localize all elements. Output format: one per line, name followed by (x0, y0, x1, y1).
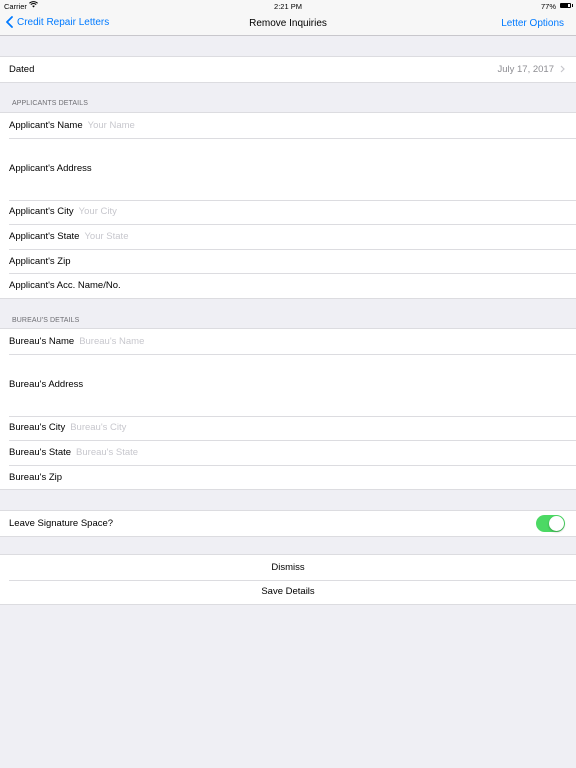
bureau-name-input[interactable]: Bureau's Name (79, 336, 144, 347)
applicant-section-header: APPLICANTS DETAILS (12, 100, 88, 107)
actions-group: Dismiss Save Details (0, 554, 576, 606)
applicant-zip-label: Applicant's Zip (9, 255, 71, 267)
applicant-city-label: Applicant's City (9, 206, 74, 218)
bureau-address-label: Bureau's Address (9, 379, 84, 391)
applicant-acc-row[interactable]: Applicant's Acc. Name/No. (0, 273, 576, 298)
bureau-state-row[interactable]: Bureau's State Bureau's State (0, 440, 576, 465)
chevron-right-icon (560, 65, 565, 73)
applicant-state-label: Applicant's State (9, 230, 80, 242)
bureau-city-label: Bureau's City (9, 422, 66, 434)
battery-tip (572, 4, 573, 7)
applicant-city-input[interactable]: Your City (79, 206, 117, 217)
applicant-name-row[interactable]: Applicant's Name Your Name (0, 113, 576, 138)
signature-row: Leave Signature Space? (0, 511, 576, 536)
dated-group: Dated July 17, 2017 (0, 56, 576, 83)
battery-percentage: 77% (540, 2, 556, 11)
bureau-name-label: Bureau's Name (9, 335, 75, 347)
dismiss-label: Dismiss (271, 561, 305, 573)
bureau-zip-row[interactable]: Bureau's Zip (0, 464, 576, 490)
navigation-bar: Credit Repair Letters Remove Inquiries L… (0, 12, 576, 36)
dismiss-button[interactable]: Dismiss (0, 555, 576, 580)
bureau-city-row[interactable]: Bureau's City Bureau's City (0, 415, 576, 441)
bureau-address-row[interactable]: Bureau's Address (0, 353, 576, 416)
dated-value: July 17, 2017 (497, 63, 554, 75)
applicant-acc-label: Applicant's Acc. Name/No. (9, 280, 121, 292)
save-details-button[interactable]: Save Details (0, 579, 576, 605)
signature-group: Leave Signature Space? (0, 510, 576, 537)
signature-label: Leave Signature Space? (9, 517, 114, 529)
bureau-group: Bureau's Name Bureau's Name Bureau's Add… (0, 328, 576, 491)
toggle-knob (549, 516, 564, 531)
clock: 2:21 PM (274, 2, 302, 11)
bureau-state-label: Bureau's State (9, 446, 72, 458)
applicant-zip-row[interactable]: Applicant's Zip (0, 248, 576, 274)
dated-row[interactable]: Dated July 17, 2017 (0, 57, 576, 82)
applicant-state-input[interactable]: Your State (84, 231, 128, 242)
bureau-section-header: BUREAU'S DETAILS (12, 317, 80, 324)
bureau-name-row[interactable]: Bureau's Name Bureau's Name (0, 329, 576, 354)
applicant-address-row[interactable]: Applicant's Address (0, 137, 576, 200)
applicant-group: Applicant's Name Your Name Applicant's A… (0, 112, 576, 299)
applicant-city-row[interactable]: Applicant's City Your City (0, 199, 576, 225)
applicant-name-label: Applicant's Name (9, 119, 83, 131)
battery-icon (560, 3, 571, 8)
status-bar: Carrier 2:21 PM 77% (0, 0, 576, 12)
signature-toggle[interactable] (536, 515, 565, 532)
applicant-state-row[interactable]: Applicant's State Your State (0, 224, 576, 249)
bureau-state-input[interactable]: Bureau's State (76, 447, 138, 458)
letter-options-button[interactable]: Letter Options (501, 18, 564, 29)
applicant-address-label: Applicant's Address (9, 163, 92, 175)
applicant-name-input[interactable]: Your Name (88, 120, 135, 131)
dated-label: Dated (9, 63, 35, 75)
bureau-city-input[interactable]: Bureau's City (70, 422, 126, 433)
bureau-zip-label: Bureau's Zip (9, 471, 63, 483)
page-title: Remove Inquiries (249, 18, 327, 29)
save-details-label: Save Details (261, 586, 315, 598)
